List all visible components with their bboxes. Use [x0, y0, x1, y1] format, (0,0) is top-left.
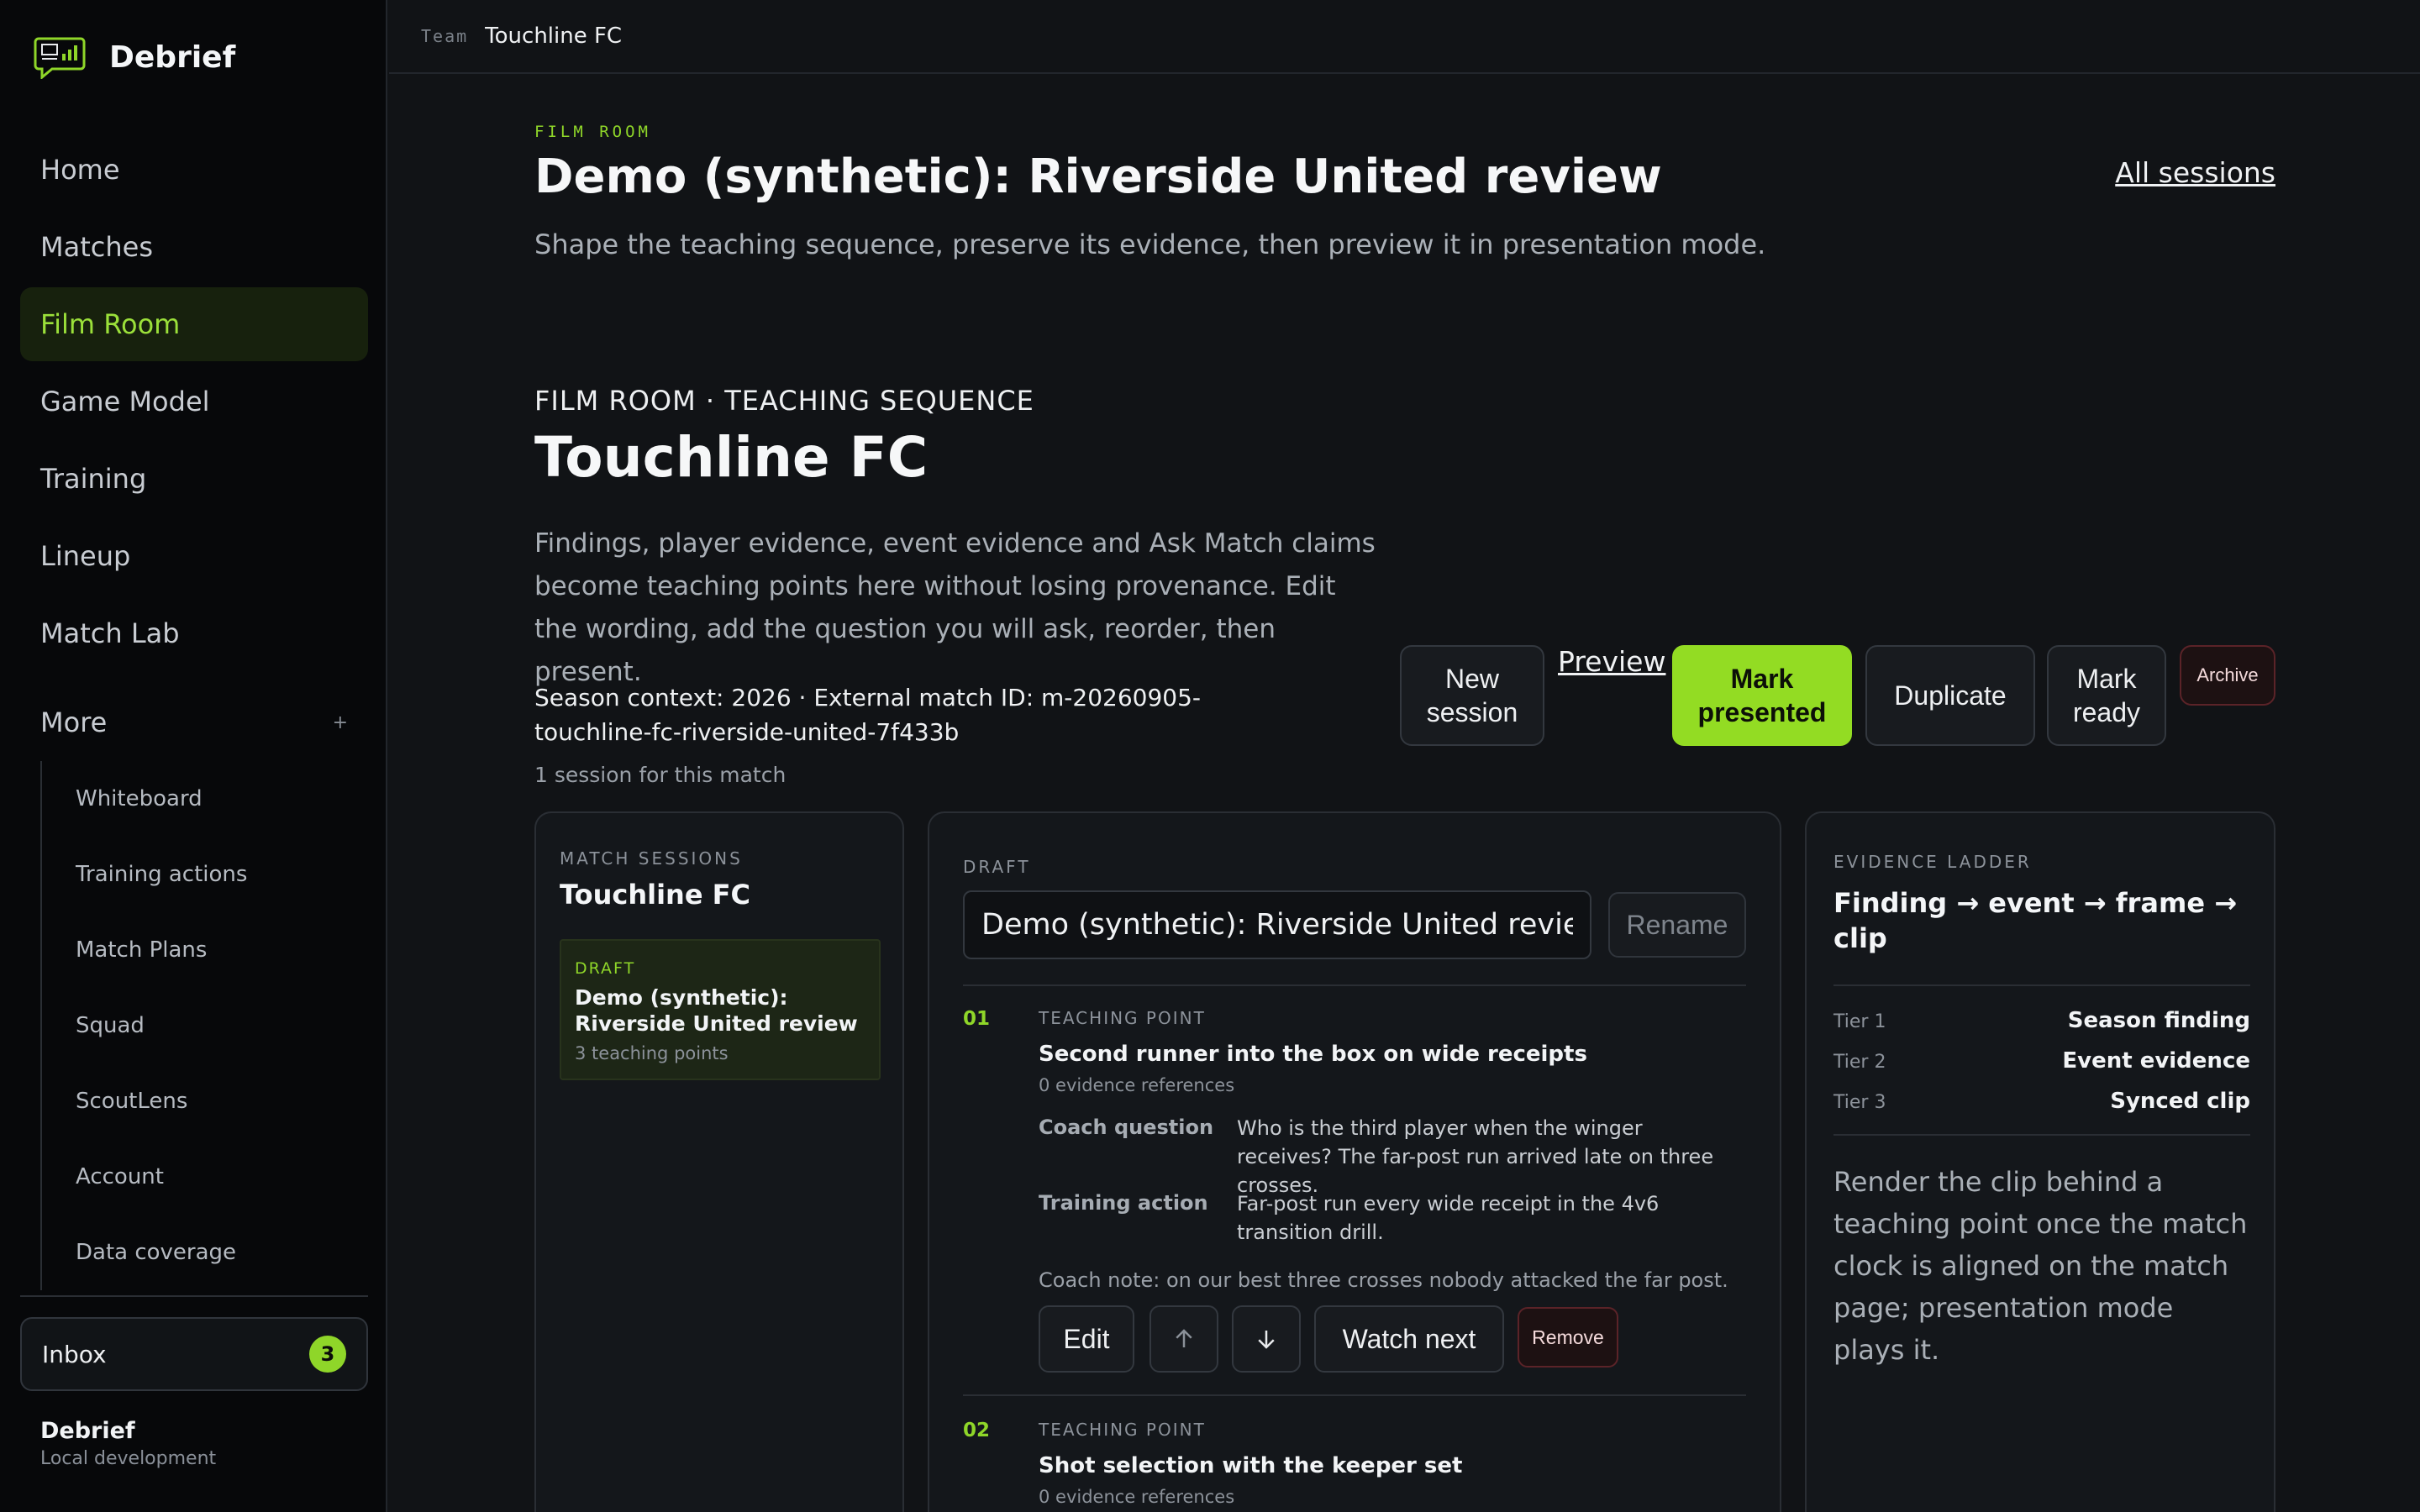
subnav-item-scoutlens[interactable]: ScoutLens [42, 1063, 368, 1139]
mark-ready-button[interactable]: Mark ready [2047, 645, 2166, 746]
evidence-title: Finding → event → frame → clip [1833, 887, 2237, 954]
evidence-divider [1833, 1134, 2250, 1136]
sidebar-divider [20, 1295, 368, 1297]
subnav-item-match-plans[interactable]: Match Plans [42, 912, 368, 988]
season-context: Season context: 2026 · External match ID… [534, 684, 1202, 746]
tier-label: Tier 2 [1833, 1052, 1886, 1073]
secondary-nav: Whiteboard Training actions Match Plans … [40, 761, 368, 1290]
session-name-input[interactable] [963, 890, 1591, 959]
nav-item-match-lab[interactable]: Match Lab [20, 596, 368, 670]
nav-item-matches[interactable]: Matches [20, 210, 368, 284]
training-action-label: Training action [1039, 1191, 1208, 1215]
inbox-button[interactable]: Inbox 3 [20, 1317, 368, 1391]
tier-value: Synced clip [2110, 1089, 2250, 1114]
new-session-button[interactable]: New session [1400, 645, 1544, 746]
rename-button[interactable]: Rename [1608, 892, 1746, 958]
evidence-eyebrow: EVIDENCE LADDER [1833, 852, 2032, 872]
session-count: 1 session for this match [534, 763, 786, 787]
tier-value: Season finding [2067, 1008, 2250, 1033]
nav-item-game-model[interactable]: Game Model [20, 365, 368, 438]
subnav-item-training-actions[interactable]: Training actions [42, 837, 368, 912]
tier-row: Tier 3 Synced clip [1833, 1089, 2250, 1114]
subnav-item-account[interactable]: Account [42, 1139, 368, 1215]
sessions-title: Touchline FC [560, 879, 750, 911]
brand-name: Debrief [109, 39, 236, 75]
duplicate-button[interactable]: Duplicate [1865, 645, 2035, 746]
section-description: Findings, player evidence, event evidenc… [534, 528, 1376, 687]
all-sessions-link[interactable]: All sessions [2115, 156, 2275, 189]
subnav-item-data-coverage[interactable]: Data coverage [42, 1215, 368, 1290]
evidence-note: Render the clip behind a teaching point … [1833, 1166, 2248, 1366]
evidence-ladder-panel: EVIDENCE LADDER Finding → event → frame … [1805, 811, 2275, 1512]
coach-question-text: Who is the third player when the winger … [1237, 1116, 1714, 1197]
team-label: Team [421, 26, 469, 46]
tier-row: Tier 2 Event evidence [1833, 1048, 2250, 1074]
sessions-eyebrow: MATCH SESSIONS [560, 848, 743, 869]
nav-item-film-room[interactable]: Film Room [20, 287, 368, 361]
brand[interactable]: Debrief [34, 35, 235, 79]
move-up-button[interactable] [1150, 1305, 1218, 1373]
tier-label: Tier 1 [1833, 1011, 1886, 1032]
coach-question-label: Coach question [1039, 1116, 1214, 1139]
teaching-point-refs: 0 evidence references [1039, 1075, 1235, 1095]
sidebar: Debrief Home Matches Film Room Game Mode… [0, 0, 387, 1512]
tier-row: Tier 1 Season finding [1833, 1008, 2250, 1033]
coach-note: Coach note: on our best three crosses no… [1039, 1268, 1728, 1292]
teaching-point-label: TEACHING POINT [1039, 1420, 1206, 1440]
subnav-item-squad[interactable]: Squad [42, 988, 368, 1063]
session-name: Demo (synthetic): Riverside United revie… [575, 985, 858, 1036]
nav-more-label: More [40, 706, 108, 738]
arrow-up-icon [1176, 1329, 1192, 1347]
move-down-button[interactable] [1232, 1305, 1301, 1373]
plus-icon: + [332, 711, 348, 733]
workspace-env: Local development [40, 1448, 217, 1469]
inbox-count-badge: 3 [309, 1336, 346, 1373]
nav-item-home[interactable]: Home [20, 133, 368, 207]
primary-nav: Home Matches Film Room Game Model Traini… [20, 133, 368, 674]
teaching-point-title: Second runner into the box on wide recei… [1039, 1042, 1587, 1067]
debrief-logo-icon [34, 37, 86, 79]
nav-item-training[interactable]: Training [20, 442, 368, 516]
teaching-point-title: Shot selection with the keeper set [1039, 1453, 1463, 1478]
inbox-label: Inbox [42, 1340, 107, 1368]
teaching-point-number: 01 [963, 1008, 991, 1030]
session-card[interactable]: DRAFT Demo (synthetic): Riverside United… [560, 939, 881, 1080]
teaching-point-label: TEACHING POINT [1039, 1008, 1206, 1028]
draft-panel: DRAFT Rename 01 TEACHING POINT Second ru… [928, 811, 1781, 1512]
nav-item-lineup[interactable]: Lineup [20, 519, 368, 593]
page-subtitle: Shape the teaching sequence, preserve it… [534, 228, 1766, 260]
team-name[interactable]: Touchline FC [485, 24, 622, 49]
remove-button[interactable]: Remove [1518, 1307, 1618, 1368]
match-sessions-panel: MATCH SESSIONS Touchline FC DRAFT Demo (… [534, 811, 904, 1512]
edit-button[interactable]: Edit [1039, 1305, 1134, 1373]
preview-link[interactable]: Preview [1558, 645, 1665, 678]
tier-label: Tier 3 [1833, 1092, 1886, 1113]
tier-value: Event evidence [2062, 1048, 2250, 1074]
workspace-name: Debrief [40, 1418, 135, 1444]
page-eyebrow: FILM ROOM [534, 123, 651, 141]
archive-button[interactable]: Archive [2180, 645, 2275, 706]
session-status-badge: DRAFT [575, 959, 636, 978]
draft-divider [963, 984, 1746, 986]
nav-more-toggle[interactable]: More + [20, 687, 368, 758]
evidence-divider [1833, 984, 2250, 986]
draft-eyebrow: DRAFT [963, 857, 1031, 877]
arrow-down-icon [1258, 1331, 1275, 1349]
section-eyebrow: FILM ROOM · TEACHING SEQUENCE [534, 385, 1034, 417]
topbar: Team Touchline FC [389, 0, 2420, 74]
teaching-point-refs: 0 evidence references [1039, 1487, 1235, 1507]
teaching-point-divider [963, 1394, 1746, 1396]
teaching-point-number: 02 [963, 1420, 991, 1441]
session-meta: 3 teaching points [575, 1043, 729, 1063]
section-title: Touchline FC [534, 425, 929, 490]
watch-next-button[interactable]: Watch next [1314, 1305, 1504, 1373]
page-title: Demo (synthetic): Riverside United revie… [534, 150, 1662, 204]
mark-presented-button[interactable]: Mark presented [1672, 645, 1852, 746]
training-action-text: Far-post run every wide receipt in the 4… [1237, 1192, 1660, 1244]
subnav-item-whiteboard[interactable]: Whiteboard [42, 761, 368, 837]
